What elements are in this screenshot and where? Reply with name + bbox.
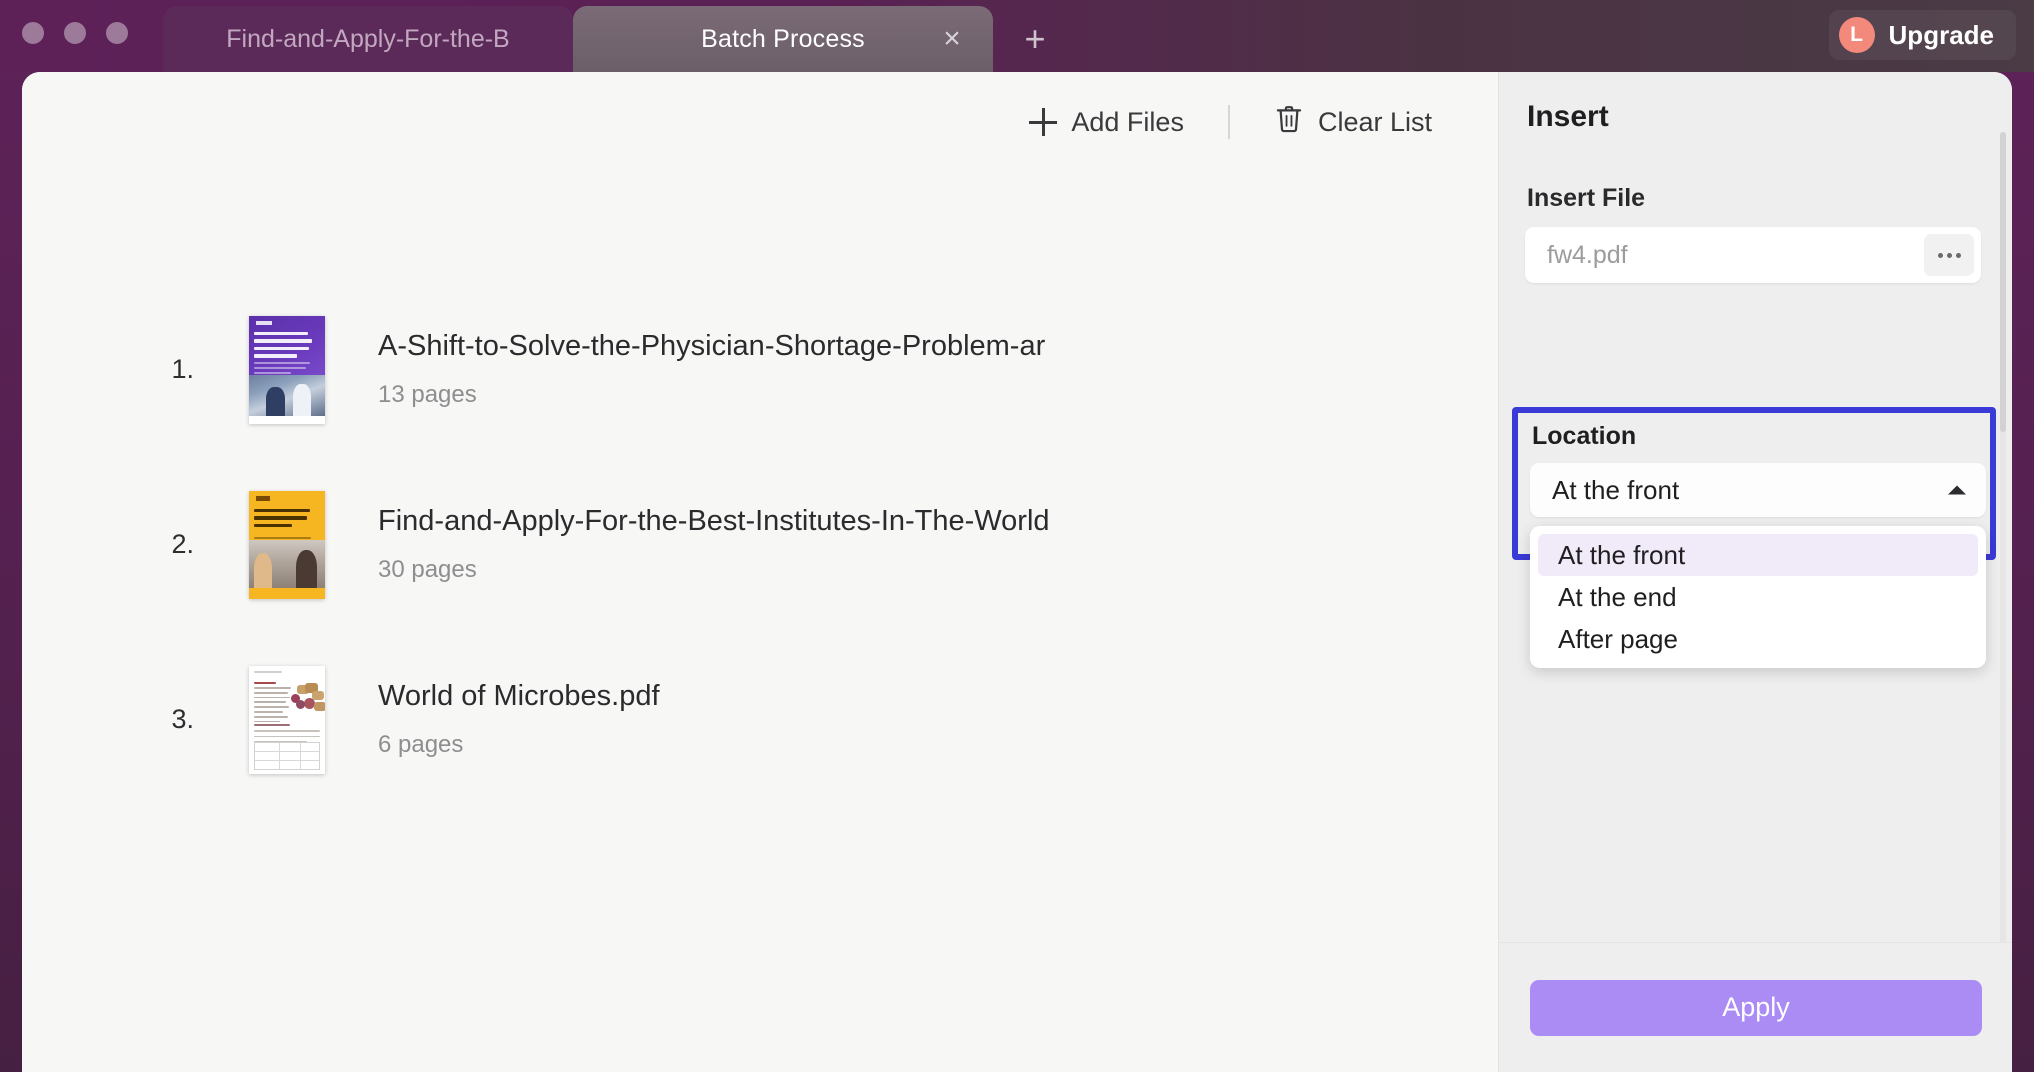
file-thumbnail bbox=[249, 665, 325, 774]
file-list: 1. A-Shift-to-Solve-the-Physician-Shorta… bbox=[22, 172, 1498, 1072]
microbe-diagram-icon bbox=[289, 681, 325, 715]
plus-icon[interactable]: + bbox=[1016, 20, 1054, 58]
tab-find-and-apply[interactable]: Find-and-Apply-For-the-B bbox=[163, 6, 573, 72]
apply-button[interactable]: Apply bbox=[1530, 979, 1982, 1036]
insert-file-input[interactable] bbox=[1525, 240, 1924, 270]
file-name: A-Shift-to-Solve-the-Physician-Shortage-… bbox=[378, 330, 1046, 362]
list-item[interactable]: 2. Find-and-Apply-For-the-Best-Institute… bbox=[22, 477, 1498, 612]
panel-scrollbar[interactable] bbox=[2000, 132, 2006, 1002]
minimize-window-button[interactable] bbox=[64, 22, 86, 44]
trash-icon bbox=[1274, 103, 1304, 142]
location-label: Location bbox=[1532, 422, 1637, 450]
list-item[interactable]: 1. A-Shift-to-Solve-the-Physician-Shorta… bbox=[22, 302, 1498, 437]
content-area: Add Files Clear List 1. A-Shift-to-Solve… bbox=[22, 72, 2012, 1072]
toolbar-divider bbox=[1227, 105, 1230, 139]
file-index: 3. bbox=[171, 704, 194, 734]
application-window: Find-and-Apply-For-the-B Batch Process ×… bbox=[0, 0, 2034, 1072]
close-icon[interactable]: × bbox=[937, 24, 967, 54]
page-title: Insert bbox=[1527, 100, 1609, 133]
location-option-at-the-end[interactable]: At the end bbox=[1538, 576, 1978, 618]
location-option-at-the-front[interactable]: At the front bbox=[1538, 534, 1978, 576]
location-setting-group: Location At the front At the front At th… bbox=[1512, 407, 1996, 668]
chevron-up-icon bbox=[1948, 485, 1966, 495]
tab-label: Find-and-Apply-For-the-B bbox=[226, 24, 510, 53]
plus-icon bbox=[1029, 108, 1058, 136]
panel-scrollbar-thumb[interactable] bbox=[2000, 132, 2006, 432]
file-thumbnail bbox=[249, 315, 325, 424]
file-list-pane: Add Files Clear List 1. A-Shift-to-Solve… bbox=[22, 72, 1498, 1072]
file-toolbar: Add Files Clear List bbox=[22, 72, 1498, 172]
title-bar: Find-and-Apply-For-the-B Batch Process ×… bbox=[0, 0, 2034, 72]
insert-settings-panel: Insert Insert File Location At the front… bbox=[1498, 72, 2012, 1072]
file-name: Find-and-Apply-For-the-Best-Institutes-I… bbox=[378, 505, 1050, 537]
add-files-button[interactable]: Add Files bbox=[1019, 101, 1194, 144]
location-option-after-page[interactable]: After page bbox=[1538, 618, 1978, 660]
upgrade-button[interactable]: L Upgrade bbox=[1828, 10, 2016, 60]
file-thumbnail bbox=[249, 490, 325, 599]
traffic-light-buttons bbox=[22, 22, 128, 44]
add-files-label: Add Files bbox=[1071, 106, 1184, 137]
list-item[interactable]: 3. World of Microbes.pdf 6 pages bbox=[22, 652, 1498, 787]
clear-list-button[interactable]: Clear List bbox=[1264, 97, 1442, 148]
tab-label: Batch Process bbox=[701, 24, 865, 53]
file-page-count: 6 pages bbox=[378, 731, 464, 758]
close-window-button[interactable] bbox=[22, 22, 44, 44]
panel-footer: Apply bbox=[1499, 942, 2012, 1072]
avatar: L bbox=[1838, 17, 1875, 53]
file-meta: World of Microbes.pdf 6 pages bbox=[378, 680, 1498, 759]
location-dropdown-menu: At the front At the end After page bbox=[1530, 526, 1986, 668]
file-meta: Find-and-Apply-For-the-Best-Institutes-I… bbox=[378, 505, 1498, 584]
file-index: 1. bbox=[171, 354, 194, 384]
insert-file-label: Insert File bbox=[1527, 184, 1646, 212]
location-select[interactable]: At the front bbox=[1530, 463, 1986, 517]
file-page-count: 30 pages bbox=[378, 556, 477, 583]
file-page-count: 13 pages bbox=[378, 381, 477, 408]
clear-list-label: Clear List bbox=[1317, 106, 1432, 137]
location-selected-value: At the front bbox=[1552, 474, 1680, 505]
file-meta: A-Shift-to-Solve-the-Physician-Shortage-… bbox=[378, 330, 1498, 409]
more-options-icon[interactable] bbox=[1924, 234, 1974, 276]
tab-batch-process[interactable]: Batch Process × bbox=[573, 6, 993, 72]
file-name: World of Microbes.pdf bbox=[378, 680, 660, 712]
maximize-window-button[interactable] bbox=[106, 22, 128, 44]
upgrade-label: Upgrade bbox=[1888, 19, 1994, 50]
file-index: 2. bbox=[171, 529, 194, 559]
insert-file-field[interactable] bbox=[1525, 227, 1981, 283]
